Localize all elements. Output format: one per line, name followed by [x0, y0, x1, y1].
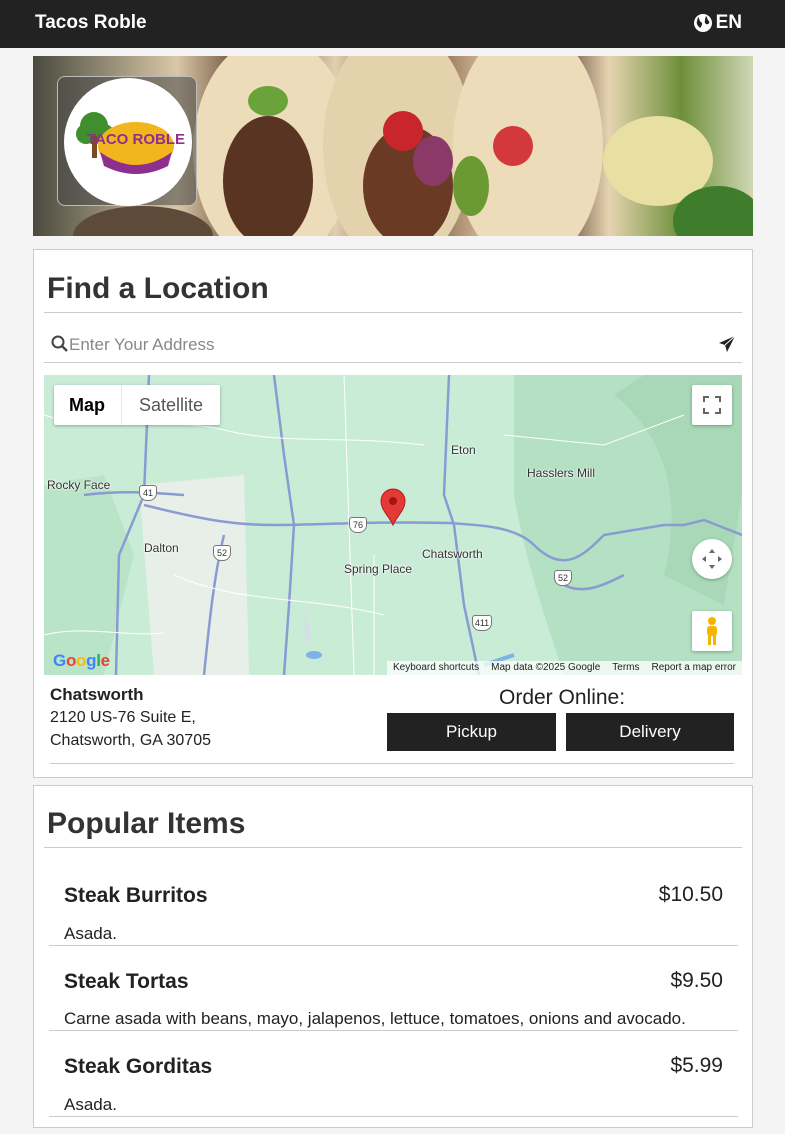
- menu-item-description: Carne asada with beans, mayo, jalapenos,…: [64, 1009, 686, 1028]
- menu-item-price: $9.50: [670, 969, 723, 992]
- menu-item[interactable]: Steak Tortas $9.50 Carne asada with bean…: [49, 946, 738, 1031]
- route-shield: 411: [472, 615, 492, 631]
- map-label: Dalton: [144, 541, 179, 555]
- divider: [50, 763, 734, 764]
- location-name[interactable]: Chatsworth: [50, 685, 144, 705]
- route-shield: 41: [139, 485, 157, 501]
- route-shield: 76: [349, 517, 367, 533]
- location-address-line1: 2120 US-76 Suite E,: [50, 709, 196, 726]
- address-input[interactable]: [69, 334, 689, 356]
- fullscreen-button[interactable]: [692, 385, 732, 425]
- google-logo-letter: g: [86, 651, 97, 670]
- onion-shape: [413, 136, 453, 186]
- report-map-error-link[interactable]: Report a map error: [652, 661, 736, 675]
- google-logo-letter: o: [65, 651, 77, 670]
- logo-frame: TACO ROBLE: [57, 76, 197, 206]
- google-logo-letter: e: [100, 651, 110, 670]
- logo-text: TACO ROBLE: [87, 131, 185, 148]
- pickup-button[interactable]: Pickup: [387, 713, 556, 751]
- route-shield: 52: [213, 545, 231, 561]
- location-map[interactable]: Eton Hasslers Mill Rocky Face Dalton Cha…: [44, 375, 742, 675]
- menu-item-name: Steak Tortas: [64, 970, 189, 993]
- menu-item-price: $5.99: [670, 1054, 723, 1077]
- pegman-icon: [707, 617, 717, 645]
- map-type-control: Map Satellite: [54, 385, 221, 425]
- map-label: Rocky Face: [47, 478, 111, 492]
- pan-arrows-icon: [702, 549, 722, 569]
- paper-plane-icon[interactable]: [718, 335, 736, 358]
- fullscreen-icon: [703, 396, 721, 414]
- map-type-satellite-button[interactable]: Satellite: [122, 385, 220, 425]
- tomato-shape: [493, 126, 533, 166]
- brand-name[interactable]: Tacos Roble: [35, 12, 147, 34]
- divider: [44, 847, 742, 848]
- menu-item-name: Steak Gorditas: [64, 1055, 213, 1078]
- map-label: Hasslers Mill: [527, 466, 596, 480]
- plate-shape: [73, 206, 213, 236]
- menu-item[interactable]: Steak Gorditas $5.99 Asada.: [49, 1031, 738, 1117]
- map-label: Chatsworth: [422, 547, 483, 561]
- delivery-button[interactable]: Delivery: [566, 713, 734, 751]
- menu-item-price: $10.50: [658, 883, 723, 906]
- keyboard-shortcuts-link[interactable]: Keyboard shortcuts: [393, 661, 479, 675]
- language-selector[interactable]: EN: [693, 12, 742, 34]
- divider: [44, 312, 742, 313]
- top-bar: Tacos Roble EN: [0, 0, 785, 48]
- map-type-map-button[interactable]: Map: [54, 385, 122, 425]
- menu-item-name: Steak Burritos: [64, 884, 208, 907]
- route-shield: 52: [554, 570, 572, 586]
- order-online-label: Order Online:: [499, 686, 626, 709]
- map-label: Eton: [451, 443, 476, 457]
- restaurant-logo[interactable]: TACO ROBLE: [64, 78, 192, 206]
- google-logo-letter: G: [53, 651, 66, 670]
- find-location-title: Find a Location: [47, 272, 269, 305]
- menu-item-description: Asada.: [64, 924, 117, 943]
- popular-items-title: Popular Items: [47, 807, 246, 840]
- google-logo: Google: [53, 651, 110, 671]
- menu-item-description: Asada.: [64, 1095, 117, 1114]
- map-attribution: Keyboard shortcuts Map data ©2025 Google…: [386, 661, 742, 675]
- cilantro-shape: [248, 86, 288, 116]
- popular-items-card: Popular Items Steak Burritos $10.50 Asad…: [33, 785, 753, 1128]
- street-view-pegman[interactable]: [692, 611, 732, 651]
- map-label: Spring Place: [344, 562, 413, 576]
- menu-item[interactable]: Steak Burritos $10.50 Asada.: [49, 860, 738, 946]
- camera-control-button[interactable]: [692, 539, 732, 579]
- meat-shape: [223, 116, 313, 236]
- globe-icon: [693, 13, 713, 33]
- location-address-line2: Chatsworth, GA 30705: [50, 732, 211, 749]
- terms-link[interactable]: Terms: [612, 661, 639, 675]
- find-location-card: Find a Location Enter Your Address Eton …: [33, 249, 753, 778]
- map-data-credit: Map data ©2025 Google: [491, 662, 601, 673]
- location-marker-icon[interactable]: [379, 488, 407, 531]
- hero-banner: TACO ROBLE: [33, 56, 753, 236]
- search-icon: [51, 335, 68, 357]
- google-logo-letter: o: [76, 651, 87, 670]
- language-label: EN: [715, 12, 742, 33]
- pepper-shape: [453, 156, 489, 216]
- address-search: [44, 328, 742, 363]
